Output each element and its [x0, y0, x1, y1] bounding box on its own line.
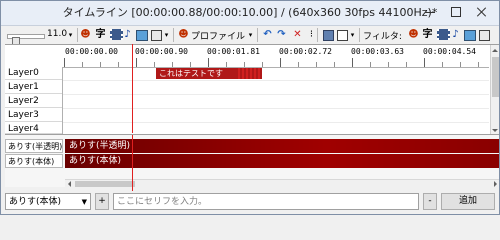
- ruler-tick-label: 00:00:02.72: [279, 47, 332, 56]
- ruler-tick: [280, 58, 281, 67]
- undo-icon[interactable]: ↶: [261, 28, 274, 41]
- profile-button[interactable]: プロファイル: [191, 29, 245, 42]
- ruler-tick: [64, 58, 65, 67]
- time-ruler[interactable]: 00:00:00.00 00:00:00.90 00:00:01.81 00:0…: [63, 45, 489, 68]
- filter-audio-icon[interactable]: ♪: [449, 28, 462, 41]
- add-dialogue-button[interactable]: 追加: [441, 193, 495, 210]
- maximize-icon[interactable]: [447, 4, 465, 20]
- add-character-button[interactable]: +: [95, 193, 109, 210]
- scroll-left-icon[interactable]: [65, 180, 73, 188]
- filter-image-icon[interactable]: [463, 28, 476, 41]
- profile-character-icon[interactable]: ☻: [177, 28, 190, 41]
- zoom-slider[interactable]: [7, 34, 45, 52]
- toolbar-separator: [257, 28, 258, 42]
- layer-track[interactable]: [63, 67, 489, 81]
- horizontal-scrollbar[interactable]: [65, 179, 499, 188]
- text-clip[interactable]: これはテストです: [156, 68, 262, 79]
- timeline-window: タイムライン [00:00:00.88/00:00:10.00] / (640x…: [0, 0, 500, 215]
- misc-object-icon[interactable]: [149, 28, 162, 41]
- ruler-tick-label: 00:00:00.90: [135, 47, 188, 56]
- chevron-down-icon[interactable]: ▼: [82, 194, 87, 211]
- playhead-line[interactable]: [132, 44, 133, 133]
- filter-label: フィルタ:: [363, 32, 402, 42]
- toolbar-separator: [77, 28, 78, 42]
- layer-list: Layer0 Layer1 Layer2 Layer3 Layer4: [5, 67, 63, 134]
- layer-track[interactable]: [63, 95, 489, 109]
- toolbar-separator: [173, 28, 174, 42]
- save-dropdown-icon[interactable]: ▾: [349, 29, 356, 41]
- image-object-icon[interactable]: [135, 28, 148, 41]
- filter-video-icon[interactable]: [435, 28, 450, 41]
- delete-icon[interactable]: ✕: [291, 28, 304, 41]
- voice-track-label: ありす(半透明): [5, 139, 63, 153]
- save-icon[interactable]: [321, 28, 334, 41]
- zoom-dropdown-icon[interactable]: ▾: [67, 29, 74, 41]
- scroll-up-icon[interactable]: [491, 45, 499, 54]
- layer-label[interactable]: Layer1: [5, 81, 62, 94]
- ruler-tick: [208, 58, 209, 67]
- character-select[interactable]: ありす(本体) ▼: [5, 193, 91, 210]
- voice-track-bar[interactable]: ありす(半透明): [65, 139, 499, 153]
- ruler-tick-label: 00:00:03.63: [351, 47, 404, 56]
- scrollbar-thumb[interactable]: [75, 181, 135, 187]
- layer-label[interactable]: Layer3: [5, 109, 62, 122]
- ruler-tick-label: 00:00:00.00: [65, 47, 118, 56]
- toolbar-separator: [317, 28, 318, 42]
- ruler-tick: [424, 58, 425, 67]
- zoom-value: 11.0: [47, 29, 68, 39]
- layer-track[interactable]: [63, 81, 489, 95]
- object-dropdown-icon[interactable]: ▾: [163, 29, 170, 41]
- voice-track-label: ありす(本体): [5, 154, 63, 168]
- layer-label[interactable]: Layer4: [5, 123, 62, 134]
- character-icon[interactable]: ☻: [79, 28, 92, 41]
- layer-track[interactable]: [63, 109, 489, 123]
- toolbar-separator: [359, 28, 360, 42]
- minimize-icon[interactable]: [421, 4, 439, 20]
- ruler-tick: [352, 58, 353, 67]
- character-select-value: ありす(本体): [9, 197, 62, 207]
- video-object-icon[interactable]: [108, 28, 123, 41]
- scroll-down-icon[interactable]: [491, 125, 499, 134]
- filter-text-icon[interactable]: 字: [421, 28, 434, 41]
- remove-button[interactable]: -: [423, 193, 437, 210]
- ruler-tick-label: 00:00:04.54: [423, 47, 476, 56]
- timeline-area[interactable]: 00:00:00.00 00:00:00.90 00:00:01.81 00:0…: [5, 44, 499, 135]
- dialogue-input-bar: ありす(本体) ▼ + - 追加: [1, 191, 499, 214]
- close-icon[interactable]: [473, 4, 491, 20]
- audio-object-icon[interactable]: ♪: [121, 28, 134, 41]
- toolbar: 11.0 ▾ ☻ 字 ♪ ▾ ☻ プロファイル ▾ ↶ ↷ ✕ ⁝ ▾ フィルタ…: [1, 26, 499, 52]
- scrollbar-thumb[interactable]: [492, 57, 499, 97]
- layer-label[interactable]: Layer2: [5, 95, 62, 108]
- vertical-scrollbar[interactable]: [490, 45, 499, 134]
- list-icon[interactable]: [335, 28, 348, 41]
- redo-icon[interactable]: ↷: [275, 28, 288, 41]
- ruler-tick: [136, 58, 137, 67]
- filter-misc-icon[interactable]: [477, 28, 490, 41]
- layer-label[interactable]: Layer0: [5, 67, 62, 80]
- filter-character-icon[interactable]: ☻: [407, 28, 420, 41]
- profile-dropdown-icon[interactable]: ▾: [247, 29, 254, 41]
- text-object-icon[interactable]: 字: [94, 28, 107, 41]
- title-bar: タイムライン [00:00:00.88/00:00:10.00] / (640x…: [1, 1, 499, 26]
- ruler-tick-label: 00:00:01.81: [207, 47, 260, 56]
- scroll-right-icon[interactable]: [491, 180, 499, 188]
- voice-track-area: ありす(半透明) ありす(半透明) ありす(本体) ありす(本体): [5, 135, 499, 188]
- dialogue-input[interactable]: [113, 193, 419, 210]
- voice-track-bar[interactable]: ありす(本体): [65, 154, 499, 168]
